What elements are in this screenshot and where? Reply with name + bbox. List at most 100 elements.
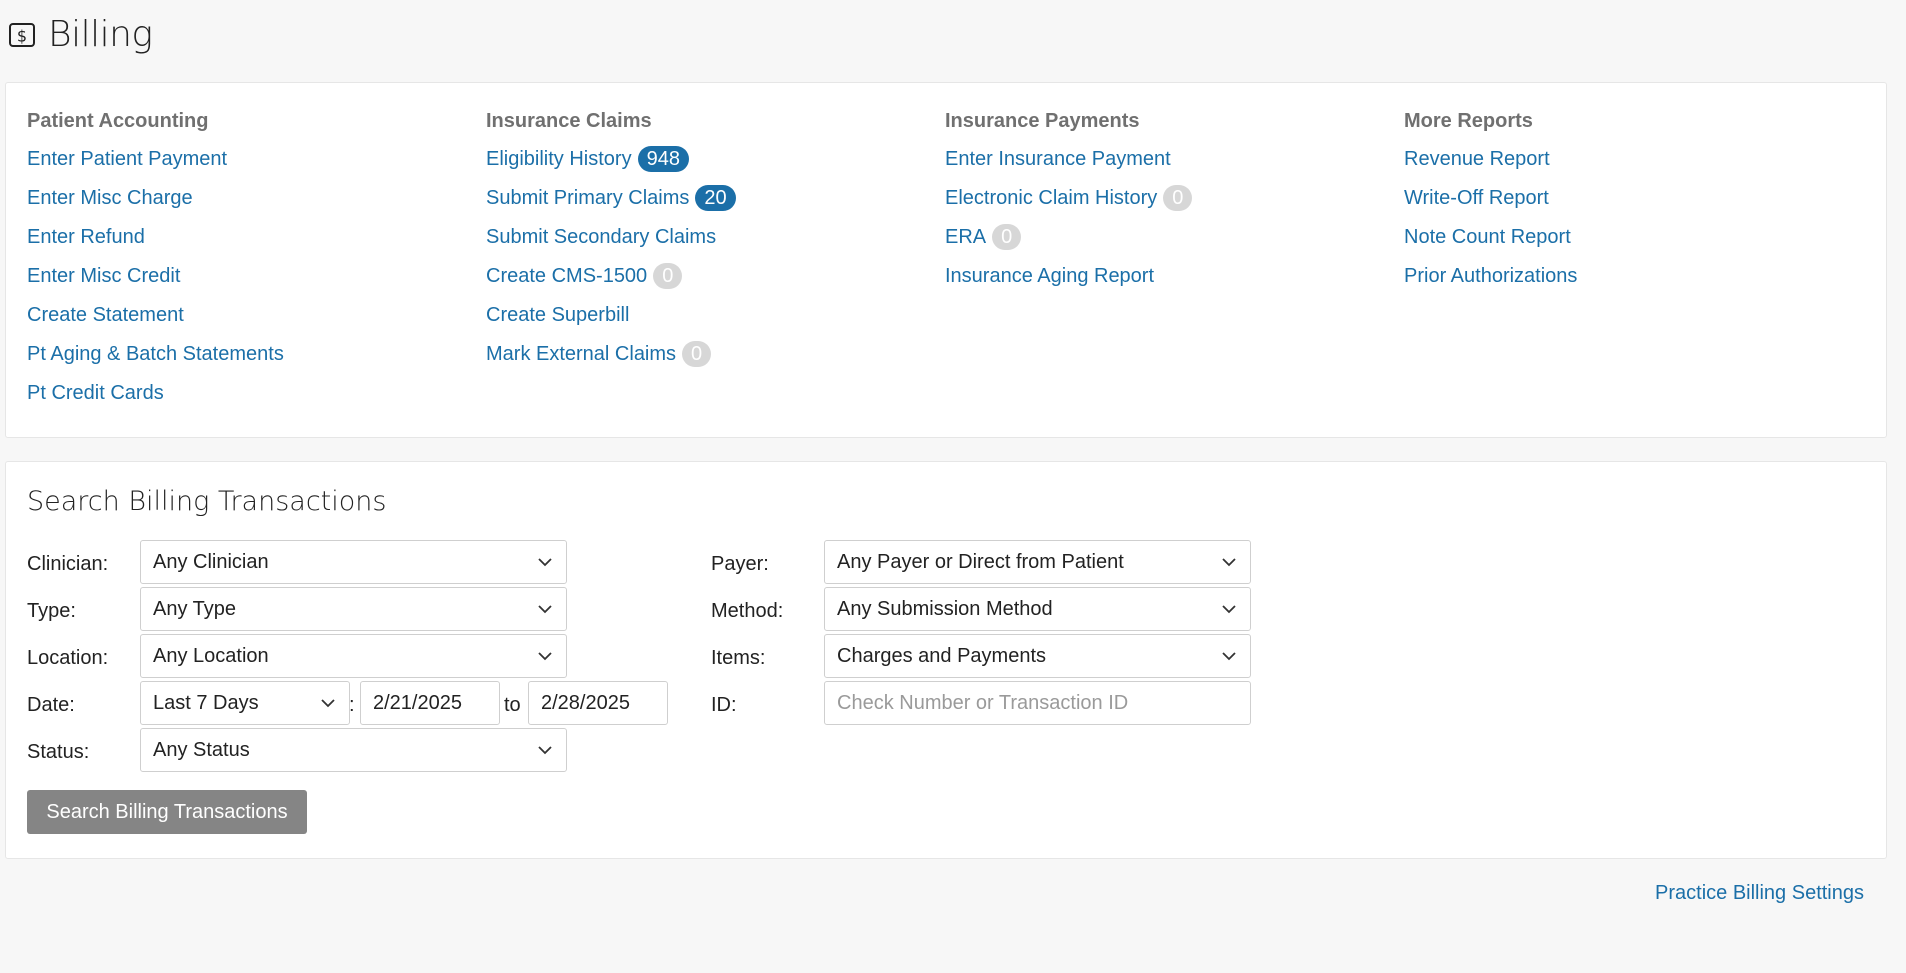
link-row: Submit Secondary Claims <box>486 225 736 264</box>
date-from-value: 2/21/2025 <box>373 691 462 714</box>
location-select[interactable]: Any Location <box>140 634 567 678</box>
practice-billing-settings-link[interactable]: Practice Billing Settings <box>1655 882 1864 905</box>
billing-link[interactable]: Create Statement <box>27 303 184 327</box>
link-row: Enter Insurance Payment <box>945 147 1192 186</box>
chevron-down-icon <box>1222 652 1236 661</box>
chevron-down-icon <box>538 746 552 755</box>
billing-link[interactable]: Enter Insurance Payment <box>945 147 1171 171</box>
billing-link[interactable]: Create Superbill <box>486 303 629 327</box>
chevron-down-icon <box>538 652 552 661</box>
location-label: Location: <box>27 647 109 669</box>
date-from-input[interactable]: 2/21/2025 <box>360 681 500 725</box>
page-header: $ Billing <box>8 14 153 55</box>
search-title: Search Billing Transactions <box>27 486 387 517</box>
clinician-value: Any Clinician <box>153 550 269 573</box>
column-heading: Insurance Claims <box>486 110 652 132</box>
svg-text:$: $ <box>17 26 27 45</box>
chevron-down-icon <box>538 605 552 614</box>
column-insurance-payments: Insurance Payments Enter Insurance Paymen… <box>945 109 1193 303</box>
search-billing-button[interactable]: Search Billing Transactions <box>27 790 307 834</box>
billing-link[interactable]: Mark External Claims <box>486 342 676 366</box>
billing-link[interactable]: Submit Primary Claims <box>486 186 689 210</box>
billing-link[interactable]: ERA <box>945 225 986 249</box>
link-row: Mark External Claims 0 <box>486 341 736 381</box>
date-to-value: 2/28/2025 <box>541 691 630 714</box>
billing-link[interactable]: Prior Authorizations <box>1404 264 1577 288</box>
link-row: Enter Misc Charge <box>27 186 284 225</box>
billing-link[interactable]: Create CMS-1500 <box>486 264 647 288</box>
date-to-label: to <box>504 694 521 716</box>
link-row: Note Count Report <box>1404 225 1577 264</box>
column-more-reports: More Reports Revenue Report Write-Off Repo… <box>1404 109 1577 303</box>
count-badge: 0 <box>992 224 1022 250</box>
link-row: Submit Primary Claims 20 <box>486 185 736 225</box>
billing-link[interactable]: Eligibility History <box>486 147 632 171</box>
link-row: Write-Off Report <box>1404 186 1577 225</box>
link-row: Pt Credit Cards <box>27 381 284 420</box>
billing-link[interactable]: Write-Off Report <box>1404 186 1549 210</box>
page-title: Billing <box>48 14 153 55</box>
link-row: ERA 0 <box>945 224 1192 264</box>
date-range-select[interactable]: Last 7 Days <box>140 681 350 725</box>
transaction-id-input[interactable]: Check Number or Transaction ID <box>824 681 1251 725</box>
billing-link[interactable]: Enter Patient Payment <box>27 147 227 171</box>
column-heading: Patient Accounting <box>27 110 209 132</box>
transaction-id-placeholder: Check Number or Transaction ID <box>837 691 1129 714</box>
clinician-select[interactable]: Any Clinician <box>140 540 567 584</box>
payer-select[interactable]: Any Payer or Direct from Patient <box>824 540 1251 584</box>
chevron-down-icon <box>1222 605 1236 614</box>
location-value: Any Location <box>153 644 269 667</box>
billing-links-panel: Patient Accounting Enter Patient Payment E… <box>5 82 1887 438</box>
chevron-down-icon <box>1222 558 1236 567</box>
payer-label: Payer: <box>711 553 769 575</box>
chevron-down-icon <box>321 699 335 708</box>
status-select[interactable]: Any Status <box>140 728 567 772</box>
date-label: Date: <box>27 694 75 716</box>
items-select[interactable]: Charges and Payments <box>824 634 1251 678</box>
billing-link[interactable]: Insurance Aging Report <box>945 264 1154 288</box>
billing-link[interactable]: Enter Refund <box>27 225 145 249</box>
method-value: Any Submission Method <box>837 597 1053 620</box>
count-badge: 20 <box>695 185 736 211</box>
type-label: Type: <box>27 600 76 622</box>
column-patient-accounting: Patient Accounting Enter Patient Payment E… <box>27 109 284 420</box>
count-badge: 0 <box>1163 185 1193 211</box>
billing-link[interactable]: Enter Misc Credit <box>27 264 180 288</box>
clinician-label: Clinician: <box>27 553 109 575</box>
link-row: Enter Misc Credit <box>27 264 284 303</box>
search-panel: Search Billing Transactions Clinician: A… <box>5 461 1887 859</box>
link-row: Pt Aging & Batch Statements <box>27 342 284 381</box>
date-separator: : <box>349 694 355 716</box>
link-row: Create CMS-1500 0 <box>486 263 736 303</box>
billing-link[interactable]: Note Count Report <box>1404 225 1571 249</box>
method-select[interactable]: Any Submission Method <box>824 587 1251 631</box>
status-label: Status: <box>27 741 90 763</box>
billing-link[interactable]: Submit Secondary Claims <box>486 225 716 249</box>
payer-value: Any Payer or Direct from Patient <box>837 550 1124 573</box>
link-row: Insurance Aging Report <box>945 264 1192 303</box>
column-heading: Insurance Payments <box>945 110 1140 132</box>
link-row: Enter Refund <box>27 225 284 264</box>
billing-link[interactable]: Revenue Report <box>1404 147 1550 171</box>
billing-link[interactable]: Pt Aging & Batch Statements <box>27 342 284 366</box>
link-row: Enter Patient Payment <box>27 147 284 186</box>
date-to-input[interactable]: 2/28/2025 <box>528 681 668 725</box>
link-row: Electronic Claim History 0 <box>945 185 1193 225</box>
link-row: Revenue Report <box>1404 147 1577 186</box>
column-insurance-claims: Insurance Claims Eligibility History 948 Su… <box>486 109 736 381</box>
billing-link[interactable]: Enter Misc Charge <box>27 186 193 210</box>
method-label: Method: <box>711 600 784 622</box>
link-row: Create Statement <box>27 303 284 342</box>
type-select[interactable]: Any Type <box>140 587 567 631</box>
billing-link[interactable]: Pt Credit Cards <box>27 381 164 405</box>
items-value: Charges and Payments <box>837 644 1047 667</box>
count-badge: 0 <box>682 341 712 367</box>
type-value: Any Type <box>153 597 237 620</box>
items-label: Items: <box>711 647 766 669</box>
link-row: Eligibility History 948 <box>486 146 736 186</box>
billing-link[interactable]: Electronic Claim History <box>945 186 1157 210</box>
chevron-down-icon <box>538 558 552 567</box>
date-range-value: Last 7 Days <box>153 691 259 714</box>
id-label: ID: <box>711 694 737 716</box>
column-heading: More Reports <box>1404 110 1533 132</box>
